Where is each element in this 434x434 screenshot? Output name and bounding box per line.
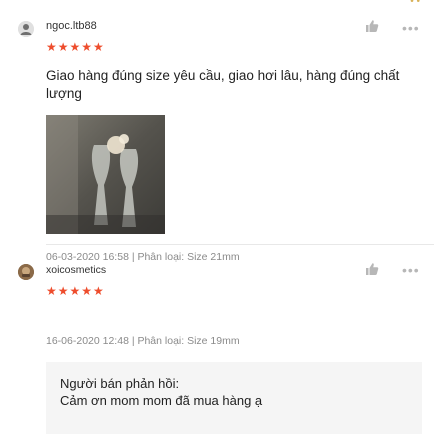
seller-reply-text: Cảm ơn mom mom đã mua hàng ạ (60, 393, 263, 408)
avatar[interactable] (18, 21, 34, 37)
user-silhouette-icon (18, 21, 34, 37)
rating-stars: ★★★★★ (46, 284, 105, 298)
seller-reply-title: Người bán phản hồi: (60, 376, 180, 391)
seller-reply-box: Người bán phản hồi: Cảm ơn mom mom đã mu… (46, 362, 422, 434)
thumbs-up-icon[interactable] (365, 19, 379, 33)
thumbs-up-icon[interactable] (365, 262, 379, 276)
more-options-icon[interactable]: ••• (402, 263, 420, 277)
review-username[interactable]: ngoc.ltb88 (46, 20, 97, 32)
review-meta: 16-06-2020 12:48 | Phân loại: Size 19mm (46, 335, 240, 347)
shop-logo-icon (18, 264, 34, 280)
product-photo-image (46, 115, 165, 234)
rating-stars: ★★★★★ (46, 40, 105, 54)
pagination-dots: • • (410, 0, 420, 7)
review-username[interactable]: xoicosmetics (46, 264, 106, 276)
review-comment: Giao hàng đúng size yêu cầu, giao hơi lâ… (46, 68, 400, 101)
review-divider (46, 244, 434, 245)
review-meta: 06-03-2020 16:58 | Phân loại: Size 21mm (46, 251, 240, 263)
review-photo[interactable] (46, 115, 165, 234)
more-options-icon[interactable]: ••• (402, 21, 420, 35)
avatar[interactable] (18, 264, 34, 280)
